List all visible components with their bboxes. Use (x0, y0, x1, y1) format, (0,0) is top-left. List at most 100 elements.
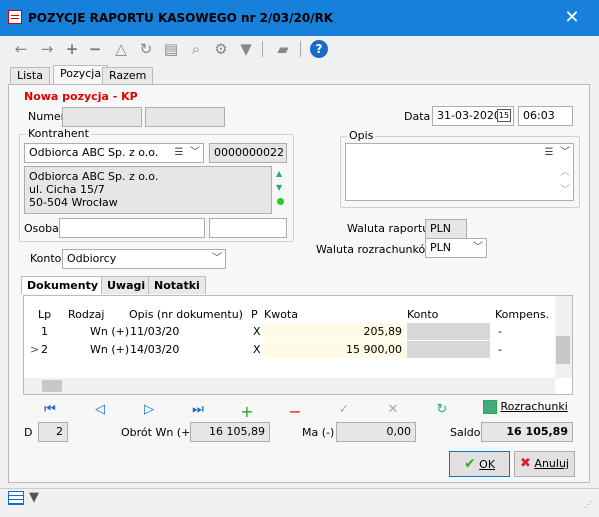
filter-icon[interactable]: ▼ (29, 490, 39, 505)
chevron-down-icon[interactable]: ﹀ (470, 239, 486, 257)
scroll-down-icon[interactable]: ﹀ (557, 182, 573, 200)
d-value: 2 (38, 422, 68, 442)
saldo-value: 16 105,89 (481, 422, 573, 442)
kontrahent-code: 0000000022 (209, 143, 287, 163)
cell-kwota: 205,89 (264, 323, 406, 340)
time-field[interactable]: 06:03 (518, 106, 573, 126)
print-icon[interactable]: ▤ (162, 40, 180, 58)
address-line: ul. Cicha 15/7 (29, 183, 105, 196)
cancel-button[interactable]: ✖ Anuluj (514, 451, 575, 477)
d-label: D (24, 426, 33, 439)
toolbar-separator (262, 41, 263, 57)
subtab-dokumenty[interactable]: Dokumenty (21, 276, 105, 294)
filter-icon[interactable]: ▼ (237, 40, 255, 58)
col-header-kwota[interactable]: Kwota (264, 308, 298, 321)
prev-record-icon[interactable]: ◁ (92, 402, 108, 417)
list-icon[interactable]: ☰ (171, 144, 187, 162)
chevron-down-icon[interactable]: ﹀ (209, 250, 225, 268)
kontrahent-select[interactable]: Odbiorca ABC Sp. z o.o. ☰ ﹀ (24, 143, 204, 163)
forward-arrow-icon[interactable]: → (38, 40, 56, 58)
toolbar-separator (300, 41, 301, 57)
konto-label: Konto (30, 252, 62, 265)
tab-razem[interactable]: Razem (102, 67, 154, 85)
cancel-label: Anuluj (534, 457, 569, 470)
col-header-rodzaj[interactable]: Rodzaj (68, 308, 104, 321)
calendar-icon[interactable]: 15 (497, 109, 511, 122)
waluta-raportu-label: Waluta raportu (347, 222, 430, 235)
data-label: Data (404, 110, 431, 123)
chevron-down-icon[interactable]: ﹀ (187, 144, 203, 162)
back-arrow-icon[interactable]: ← (12, 40, 30, 58)
address-line: Odbiorca ABC Sp. z o.o. (29, 170, 159, 183)
check-icon: ✔ (463, 456, 476, 472)
subtab-uwagi[interactable]: Uwagi (101, 276, 152, 294)
delete-icon[interactable]: − (86, 40, 104, 58)
search-icon[interactable]: ⌕ (187, 40, 205, 58)
refresh-icon[interactable]: ↻ (434, 402, 450, 417)
osoba-field[interactable] (59, 218, 205, 238)
scrollbar-thumb[interactable] (556, 336, 570, 364)
export-icon[interactable]: ▰ (274, 40, 292, 58)
osoba-extra-field[interactable] (209, 218, 287, 238)
next-record-icon[interactable]: ▷ (141, 402, 157, 417)
waluta-raportu-field: PLN (425, 219, 467, 239)
confirm-icon[interactable]: ✓ (336, 402, 352, 417)
col-header-p[interactable]: P (251, 308, 258, 321)
subtab-notatki[interactable]: Notatki (148, 276, 206, 294)
numer-field-2[interactable] (145, 107, 225, 127)
refresh-icon[interactable]: ↻ (137, 40, 155, 58)
close-button[interactable]: ✕ (560, 6, 584, 30)
scroll-up-icon[interactable]: ▲ (276, 169, 282, 178)
status-bar (0, 488, 599, 510)
opis-field[interactable]: ☰ ﹀ ︿ ﹀ (345, 143, 574, 201)
col-header-kompens[interactable]: Kompens. (495, 308, 549, 321)
rozrachunki-label: Rozrachunki (500, 400, 568, 413)
col-header-opis[interactable]: Opis (nr dokumentu) (129, 308, 243, 321)
cancel-edit-icon[interactable]: ✕ (385, 402, 401, 417)
col-header-konto[interactable]: Konto (407, 308, 438, 321)
status-dot-icon (277, 198, 284, 205)
cell-p: X (253, 325, 261, 338)
numer-field-1[interactable] (62, 107, 142, 127)
chevron-down-icon[interactable]: ﹀ (557, 144, 573, 162)
form-heading: Nowa pozycja - KP (24, 90, 138, 103)
row-pointer-icon: > (30, 343, 40, 356)
cell-rodzaj: Wn (+) (90, 325, 130, 338)
kontrahent-address: Odbiorca ABC Sp. z o.o. ul. Cicha 15/7 5… (24, 166, 272, 214)
scrollbar-thumb[interactable] (42, 380, 62, 392)
cell-lp: 1 (41, 325, 48, 338)
table-row[interactable]: > 2 Wn (+) 14/03/20 X 15 900,00 - (24, 341, 554, 358)
list-icon[interactable]: ☰ (541, 144, 557, 162)
waluta-rozrachunkow-select[interactable]: PLN ﹀ (425, 238, 487, 258)
app-icon (8, 10, 22, 24)
waluta-rozrachunkow-label: Waluta rozrachunków (316, 243, 435, 256)
tab-lista[interactable]: Lista (10, 67, 50, 85)
tab-pozycja[interactable]: Pozycja (53, 65, 109, 85)
osoba-label: Osoba (24, 222, 59, 235)
first-record-icon[interactable]: ⏮ (42, 402, 58, 417)
table-view-icon[interactable] (8, 491, 24, 505)
col-header-lp[interactable]: Lp (38, 308, 51, 321)
rozrachunki-button[interactable]: Rozrachunki (483, 400, 568, 414)
table-row[interactable]: 1 Wn (+) 11/03/20 X 205,89 - (24, 323, 554, 340)
gear-icon[interactable]: ⚙ (212, 40, 230, 58)
add-icon[interactable]: + (63, 40, 81, 58)
cell-konto (407, 323, 490, 340)
resize-grip-icon[interactable]: ⋰ (584, 500, 592, 509)
help-icon[interactable]: ? (310, 40, 328, 58)
opis-label: Opis (347, 129, 376, 142)
horizontal-scrollbar[interactable] (24, 378, 555, 394)
kontrahent-label: Kontrahent (26, 127, 91, 140)
scroll-up-icon[interactable]: ︿ (557, 164, 573, 182)
konto-select[interactable]: Odbiorcy ﹀ (62, 249, 226, 269)
delete-record-icon[interactable]: − (287, 402, 303, 421)
last-record-icon[interactable]: ⏭ (190, 402, 206, 417)
obrot-label: Obrót Wn (+) (121, 426, 195, 439)
cell-opis: 11/03/20 (130, 325, 180, 338)
vertical-scrollbar[interactable] (555, 296, 572, 378)
rozrachunki-icon (483, 400, 497, 414)
triangle-icon[interactable]: △ (112, 40, 130, 58)
ok-button[interactable]: ✔ OK (449, 451, 510, 477)
scroll-down-icon[interactable]: ▼ (276, 183, 282, 192)
add-record-icon[interactable]: + (239, 402, 255, 421)
